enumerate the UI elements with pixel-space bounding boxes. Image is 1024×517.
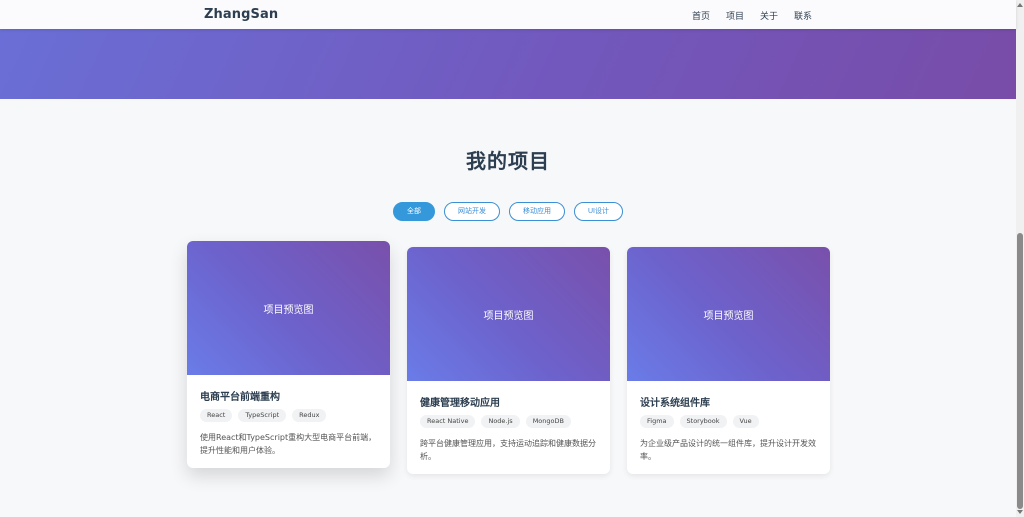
- hero-banner: [0, 29, 1016, 99]
- tech-tag: TypeScript: [238, 409, 287, 422]
- project-description: 使用React和TypeScript重构大型电商平台前端，提升性能和用户体验。: [200, 433, 377, 455]
- nav-link-about[interactable]: 关于: [760, 9, 778, 22]
- nav-link-contact[interactable]: 联系: [794, 9, 812, 22]
- project-description: 跨平台健康管理应用，支持运动追踪和健康数据分析。: [420, 439, 596, 461]
- scroll-up-icon[interactable]: [1017, 3, 1023, 7]
- project-description: 为企业级产品设计的统一组件库，提升设计开发效率。: [640, 439, 816, 461]
- preview-label: 项目预览图: [703, 310, 754, 322]
- tech-tag: Vue: [732, 415, 759, 428]
- project-title: 电商平台前端重构: [200, 392, 280, 403]
- tech-tag: Storybook: [679, 415, 727, 428]
- vertical-scrollbar[interactable]: [1016, 0, 1024, 517]
- project-card-design-system[interactable]: 项目预览图 设计系统组件库 Figma Storybook Vue 为企业级产品…: [627, 247, 830, 474]
- tag-list: Figma Storybook Vue: [640, 415, 817, 428]
- filter-mobile-button[interactable]: 移动应用: [509, 202, 565, 221]
- nav-links: 首页 项目 关于 联系: [692, 9, 812, 22]
- navbar: ZhangSan 首页 项目 关于 联系: [0, 0, 1016, 29]
- project-title: 设计系统组件库: [640, 398, 710, 409]
- section-title: 我的项目: [466, 149, 550, 173]
- filter-ui-button[interactable]: UI设计: [574, 202, 623, 221]
- tech-tag: Node.js: [481, 415, 520, 428]
- project-card-health[interactable]: 项目预览图 健康管理移动应用 React Native Node.js Mong…: [407, 247, 610, 474]
- project-card-ecommerce[interactable]: 项目预览图 电商平台前端重构 React TypeScript Redux 使用…: [187, 241, 390, 468]
- filter-all-button[interactable]: 全部: [393, 202, 435, 221]
- preview-label: 项目预览图: [263, 304, 314, 316]
- nav-link-home[interactable]: 首页: [692, 9, 710, 22]
- project-preview-image: 项目预览图: [407, 247, 610, 381]
- site-logo[interactable]: ZhangSan: [204, 7, 278, 22]
- project-filters: 全部 网站开发 移动应用 UI设计: [0, 202, 1016, 221]
- project-preview-image: 项目预览图: [627, 247, 830, 381]
- tag-list: React Native Node.js MongoDB: [420, 415, 597, 428]
- tech-tag: React: [200, 409, 233, 422]
- project-preview-image: 项目预览图: [187, 241, 390, 375]
- tech-tag: MongoDB: [525, 415, 571, 428]
- tech-tag: Redux: [292, 409, 327, 422]
- scroll-down-icon[interactable]: [1017, 510, 1023, 514]
- scrollbar-thumb[interactable]: [1017, 233, 1023, 509]
- tech-tag: React Native: [420, 415, 476, 428]
- tag-list: React TypeScript Redux: [200, 409, 377, 422]
- tech-tag: Figma: [640, 415, 674, 428]
- nav-link-projects[interactable]: 项目: [726, 9, 744, 22]
- filter-web-button[interactable]: 网站开发: [444, 202, 500, 221]
- preview-label: 项目预览图: [483, 310, 534, 322]
- project-title: 健康管理移动应用: [420, 398, 500, 409]
